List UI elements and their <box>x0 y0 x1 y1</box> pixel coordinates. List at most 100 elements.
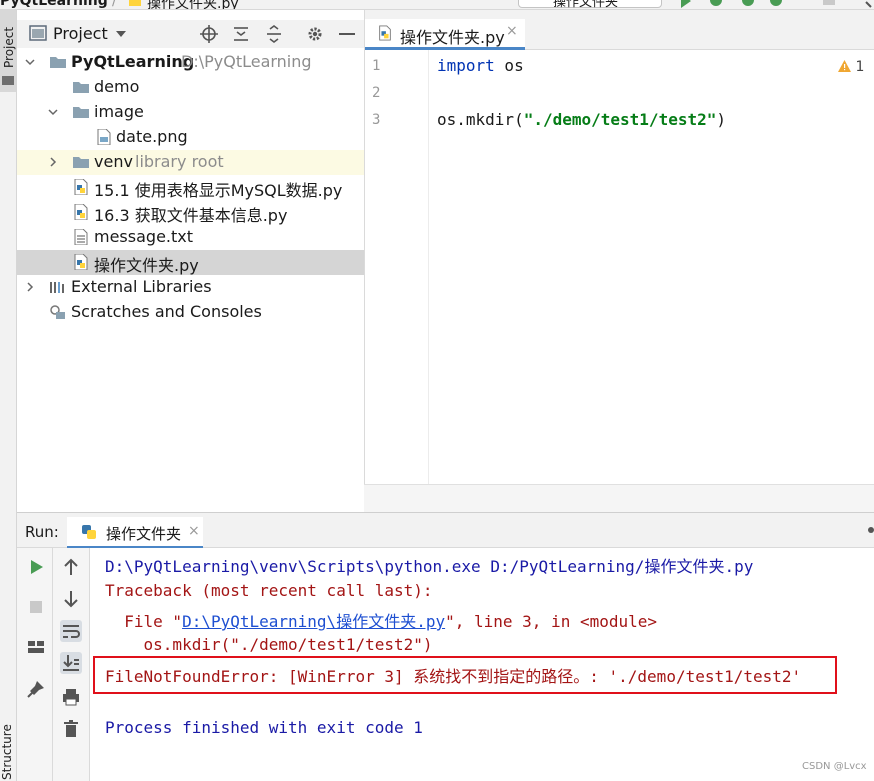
search-icon[interactable] <box>858 0 872 8</box>
keyword-import: import <box>437 56 495 75</box>
run-toolbar-secondary <box>53 548 90 781</box>
image-file-icon <box>97 129 111 145</box>
coverage-icon[interactable] <box>740 0 756 8</box>
console-file-line: File "D:\PyQtLearning\操作文件夹.py", line 3,… <box>105 608 657 632</box>
profile-icon[interactable] <box>768 0 784 8</box>
python-icon <box>82 525 96 539</box>
layout-icon[interactable] <box>25 636 47 658</box>
soft-wrap-icon[interactable] <box>60 620 82 642</box>
tree-item-label: External Libraries <box>71 277 212 296</box>
minimize-icon[interactable] <box>339 33 355 36</box>
tree-item-current-file[interactable]: 操作文件夹.py <box>17 250 364 275</box>
breadcrumb-file[interactable]: 操作文件夹.py <box>147 0 239 9</box>
tree-item-path: D:\PyQtLearning <box>181 52 312 71</box>
tree-item-label: 操作文件夹.py <box>94 256 199 275</box>
error-highlight-box <box>93 656 837 694</box>
folder-icon <box>50 57 66 68</box>
stop-icon[interactable] <box>25 596 47 618</box>
tree-item-image[interactable]: image <box>17 100 364 125</box>
close-icon[interactable]: × <box>188 523 200 539</box>
watermark: CSDN @Lvcx <box>802 761 867 772</box>
python-file-icon <box>74 254 88 270</box>
tree-item-date-png[interactable]: date.png <box>17 125 364 150</box>
project-panel-header: Project <box>17 20 364 48</box>
code-line-1: import os <box>437 56 524 75</box>
chevron-right-icon[interactable] <box>25 282 35 292</box>
run-panel-label: Run: <box>25 523 59 541</box>
tree-item-external-libraries[interactable]: External Libraries <box>17 275 364 300</box>
warning-count: 1 <box>855 59 865 75</box>
trash-icon[interactable] <box>60 718 82 740</box>
tree-item-venv[interactable]: venv library root <box>17 150 364 175</box>
close-icon[interactable]: × <box>506 23 518 39</box>
navigation-bar: PyQtLearning / 操作文件夹.py 操作文件夹 <box>0 0 874 10</box>
run-configuration-label: 操作文件夹 <box>553 0 619 10</box>
scratches-icon <box>50 305 65 319</box>
rerun-icon[interactable] <box>25 556 47 578</box>
tree-item-fileinfo-py[interactable]: 16.3 获取文件基本信息.py <box>17 200 364 225</box>
code-line-3: os.mkdir("./demo/test1/test2") <box>437 110 726 129</box>
chevron-down-icon[interactable] <box>116 31 126 38</box>
line-number: 1 <box>372 58 381 74</box>
breadcrumb-project[interactable]: PyQtLearning <box>0 0 108 9</box>
warning-icon <box>838 59 851 75</box>
tree-item-project-root[interactable]: PyQtLearning D:\PyQtLearning <box>17 50 364 75</box>
tree-item-mysql-py[interactable]: 15.1 使用表格显示MySQL数据.py <box>17 175 364 200</box>
tree-item-label: Scratches and Consoles <box>71 302 262 321</box>
arrow-up-icon[interactable] <box>60 556 82 578</box>
line-number: 3 <box>372 112 381 128</box>
project-panel-title[interactable]: Project <box>53 24 108 43</box>
arrow-down-icon[interactable] <box>60 588 82 610</box>
inspection-widget[interactable]: 1 <box>838 59 864 75</box>
console-exit-line: Process finished with exit code 1 <box>105 718 423 737</box>
python-file-icon <box>74 179 88 195</box>
run-toolbar-primary <box>17 548 53 781</box>
run-icon[interactable] <box>680 0 692 8</box>
project-panel: Project PyQtLearning D:\PyQtLearning dem… <box>17 10 364 512</box>
tree-item-label: PyQtLearning <box>71 52 195 71</box>
tree-item-label: message.txt <box>94 227 194 246</box>
left-tool-strip: Project Structure <box>0 10 17 781</box>
project-tool-tab[interactable]: Project <box>0 10 16 92</box>
chevron-down-icon[interactable] <box>25 57 35 67</box>
python-file-icon <box>379 25 391 41</box>
tree-item-scratches[interactable]: Scratches and Consoles <box>17 300 364 325</box>
run-tab-current[interactable]: 操作文件夹 × <box>67 517 203 549</box>
folder-icon <box>73 82 89 93</box>
stop-icon[interactable] <box>822 0 836 6</box>
structure-tool-label[interactable]: Structure <box>0 724 14 780</box>
run-configuration-select[interactable]: 操作文件夹 <box>518 0 662 10</box>
chevron-down-icon[interactable] <box>48 107 58 117</box>
scroll-to-end-icon[interactable] <box>60 652 82 674</box>
project-icon <box>29 25 47 41</box>
folder-icon <box>73 157 89 168</box>
locate-icon[interactable] <box>200 25 218 43</box>
settings-icon[interactable] <box>866 524 874 536</box>
tree-item-demo[interactable]: demo <box>17 75 364 100</box>
code-editor[interactable]: import os os.mkdir("./demo/test1/test2") <box>429 50 874 484</box>
tree-item-label: 16.3 获取文件基本信息.py <box>94 206 288 225</box>
editor-gutter: 1 2 3 <box>364 50 429 484</box>
tree-item-label: date.png <box>116 127 188 146</box>
chevron-right-icon[interactable] <box>48 157 58 167</box>
pin-icon[interactable] <box>25 678 47 700</box>
print-icon[interactable] <box>60 686 82 708</box>
tree-item-message-txt[interactable]: message.txt <box>17 225 364 250</box>
gear-icon[interactable] <box>306 25 324 43</box>
tree-item-label: demo <box>94 77 140 96</box>
text-file-icon <box>74 229 88 245</box>
editor-bottom-area <box>364 484 874 512</box>
code-text: os.mkdir( <box>437 110 524 129</box>
folder-icon <box>2 76 14 85</box>
debug-icon[interactable] <box>708 0 724 8</box>
string-literal: "./demo/test1/test2" <box>523 110 717 129</box>
tree-item-label: image <box>94 102 144 121</box>
traceback-file-link[interactable]: D:\PyQtLearning\操作文件夹.py <box>182 612 445 631</box>
editor-tab-current[interactable]: 操作文件夹.py × <box>365 19 525 50</box>
code-text: os <box>494 56 524 75</box>
code-text: ) <box>716 110 726 129</box>
expand-all-icon[interactable] <box>232 25 250 43</box>
line-number: 2 <box>372 85 381 101</box>
console-text: File " <box>105 612 183 631</box>
collapse-all-icon[interactable] <box>265 25 283 43</box>
